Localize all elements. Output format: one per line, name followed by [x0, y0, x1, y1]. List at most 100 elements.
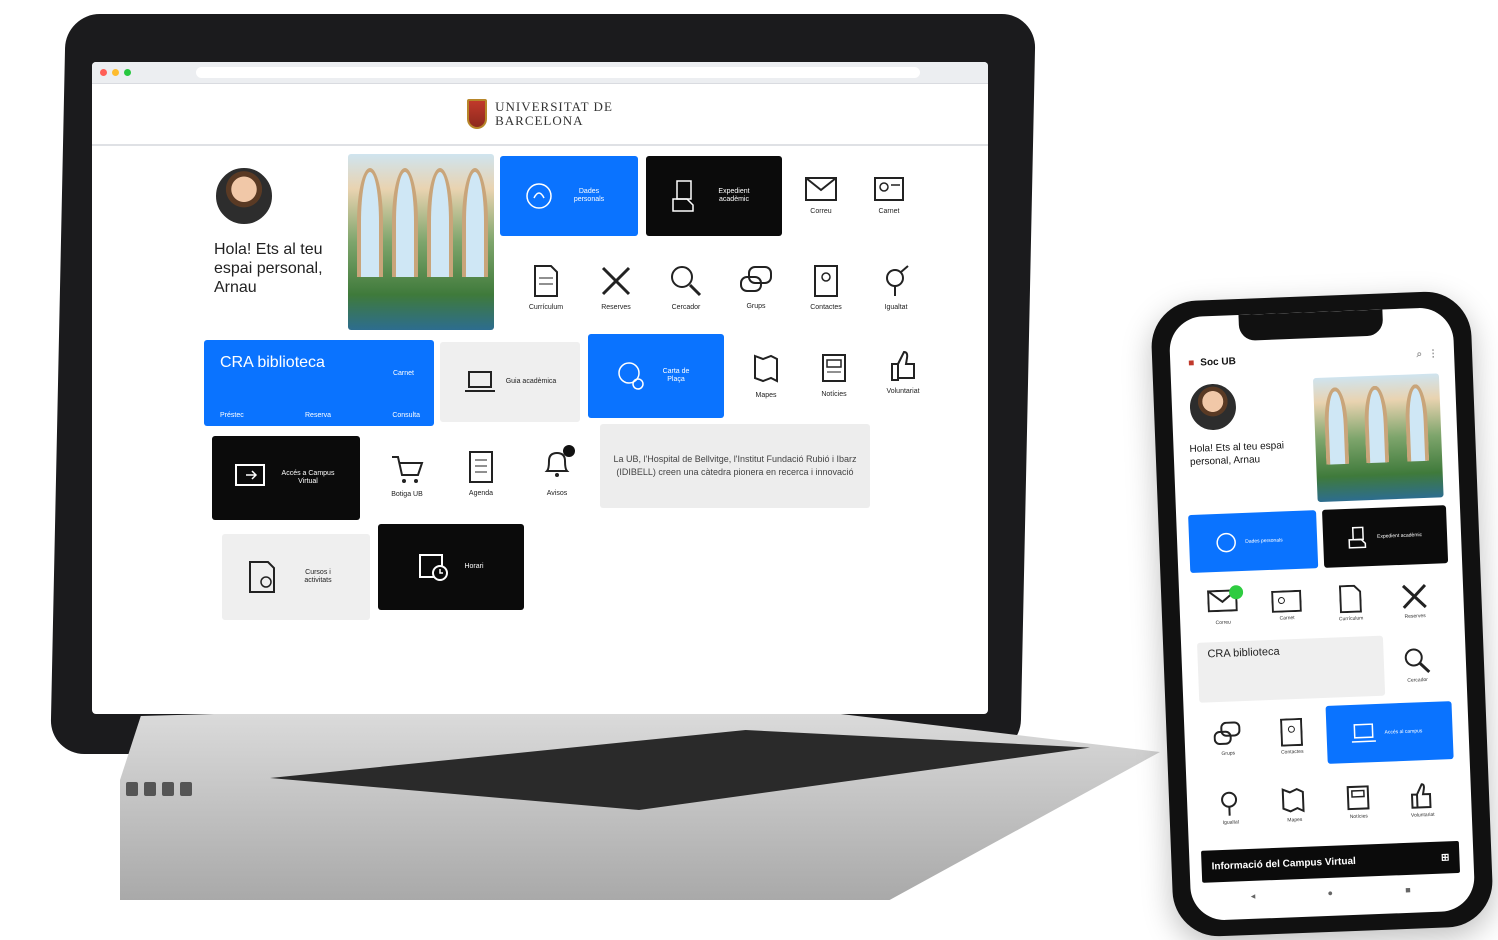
igualtat-tile[interactable]: Igualtat	[866, 250, 926, 326]
phone-correu-tile[interactable]: Correu	[1193, 579, 1253, 637]
phone-correu-label: Correu	[1215, 619, 1232, 627]
search-icon	[671, 266, 702, 297]
more-menu-icon[interactable]: ⋮	[1428, 348, 1438, 359]
campus-info-banner[interactable]: Informació del Campus Virtual ⊞	[1201, 840, 1461, 883]
news-notice[interactable]: La UB, l'Hospital de Bellvitge, l'Instit…	[600, 424, 870, 508]
side-ports	[126, 782, 216, 802]
tools-icon	[1401, 583, 1427, 609]
fingerprint-icon	[1216, 532, 1236, 553]
cra-sub-label[interactable]: Préstec	[220, 412, 244, 420]
close-dot[interactable]	[100, 69, 107, 76]
phone-noticies-label: Notícies	[1349, 812, 1368, 820]
phone-avatar[interactable]	[1187, 381, 1239, 433]
recents-icon[interactable]: ■	[1405, 885, 1411, 896]
notice-text: La UB, l'Hospital de Bellvitge, l'Instit…	[613, 454, 857, 477]
expedient-tile[interactable]: Expedient acadèmic	[646, 156, 782, 236]
phone-campus-label: Accés al campus	[1384, 728, 1423, 736]
cra-title: CRA biblioteca	[220, 354, 325, 371]
product-mockup: UNIVERSITAT DE BARCELONA Hola! Ets al te…	[0, 0, 1498, 940]
mapes-tile[interactable]: Mapes	[736, 338, 796, 414]
map-icon	[1281, 787, 1305, 812]
contactes-tile[interactable]: Contactes	[796, 250, 856, 326]
contact-book-icon	[1279, 717, 1304, 747]
phone-cercador-tile[interactable]: Cercador	[1387, 635, 1447, 693]
app-logo-icon: ■	[1188, 357, 1195, 369]
avisos-tile[interactable]: Avisos	[524, 432, 590, 512]
grups-tile[interactable]: Grups	[726, 250, 786, 326]
greeting-text: Hola! Ets al teu espai personal, Arnau	[214, 241, 323, 296]
home-icon[interactable]: ●	[1327, 888, 1333, 899]
phone-cra-tile[interactable]: CRA biblioteca	[1197, 635, 1386, 703]
botiga-tile[interactable]: Botiga UB	[374, 436, 440, 516]
phone-device: ■ Soc UB ⌕ ⋮ Hola! Ets al teu espai pers…	[1149, 290, 1495, 938]
phone-curriculum-label: Currículum	[1338, 614, 1364, 622]
campus-virtual-tile[interactable]: Accés a Campus Virtual	[212, 436, 360, 520]
phone-carnet-tile[interactable]: Carnet	[1257, 576, 1317, 634]
reserves-tile[interactable]: Reserves	[586, 250, 646, 326]
laptop-icon	[1351, 723, 1376, 743]
phone-reserves-tile[interactable]: Reserves	[1384, 571, 1444, 629]
agenda-tile[interactable]: Agenda	[448, 434, 514, 514]
unread-badge	[1228, 585, 1244, 600]
botiga-label: Botiga UB	[391, 491, 423, 498]
cursos-tile[interactable]: Cursos i activitats	[222, 534, 370, 620]
carta-label: Carta de Plaça	[662, 368, 690, 383]
cra-sub-label[interactable]: Consulta	[392, 412, 420, 420]
ub-logo-icon	[467, 99, 488, 129]
reserves-label: Reserves	[601, 304, 631, 311]
phone-mapes-label: Mapes	[1287, 816, 1303, 823]
greeting-card: Hola! Ets al teu espai personal, Arnau	[196, 154, 344, 324]
cra-biblioteca-tile[interactable]: CRA biblioteca Carnet Préstec Reserva Co…	[204, 340, 434, 426]
phone-dades-tile[interactable]: Dades personals	[1188, 510, 1319, 574]
cercador-tile[interactable]: Cercador	[656, 250, 716, 326]
voluntariat-tile[interactable]: Voluntariat	[872, 334, 934, 410]
cra-sub-label[interactable]: Reserva	[305, 412, 331, 420]
phone-contactes-tile[interactable]: Contactes	[1262, 706, 1322, 766]
fingerprint-icon	[526, 183, 552, 209]
laptop-icon	[464, 371, 495, 392]
android-nav-bar: ◂ ● ■	[1251, 885, 1411, 902]
contactes-label: Contactes	[810, 304, 842, 311]
carnet-tile[interactable]: Carnet	[858, 160, 920, 232]
expand-icon[interactable]: ⊞	[1441, 852, 1450, 863]
carta-placa-tile[interactable]: Carta de Plaça	[588, 334, 724, 418]
phone-greeting-card: Hola! Ets al teu espai personal, Arnau	[1187, 378, 1312, 507]
phone-voluntariat-label: Voluntariat	[1410, 811, 1435, 819]
phone-mapes-tile[interactable]: Mapes	[1264, 774, 1324, 834]
notification-badge	[563, 444, 575, 457]
phone-campus-tile[interactable]: Accés al campus	[1325, 701, 1454, 764]
phone-reserves-label: Reserves	[1404, 612, 1426, 620]
horari-tile[interactable]: Horari	[378, 524, 524, 610]
mail-wrapper	[1207, 585, 1244, 617]
chat-bubbles-icon	[1213, 720, 1241, 745]
cra-top-label: Carnet	[392, 370, 414, 377]
guia-academica-tile[interactable]: Guia acadèmica	[440, 342, 580, 422]
ub-logo-line1: UNIVERSITAT DE	[495, 99, 613, 114]
phone-igualtat-tile[interactable]: Igualtat	[1200, 777, 1260, 837]
bell-wrapper	[543, 444, 575, 484]
laptop-base	[120, 700, 1160, 910]
phone-curriculum-tile[interactable]: Currículum	[1321, 574, 1381, 632]
phone-screen: ■ Soc UB ⌕ ⋮ Hola! Ets al teu espai pers…	[1168, 306, 1476, 922]
avatar[interactable]	[214, 166, 274, 226]
minimize-dot[interactable]	[112, 69, 119, 76]
phone-grups-label: Grups	[1221, 749, 1236, 757]
laptop-screen: UNIVERSITAT DE BARCELONA Hola! Ets al te…	[92, 62, 988, 714]
back-icon[interactable]: ◂	[1251, 891, 1256, 902]
dades-personals-tile[interactable]: Dades personals	[500, 156, 638, 236]
phone-voluntariat-tile[interactable]: Voluntariat	[1392, 769, 1452, 829]
address-bar[interactable]	[196, 67, 920, 78]
search-icon[interactable]: ⌕	[1416, 348, 1422, 359]
curriculum-label: Currículum	[528, 304, 564, 311]
correu-tile[interactable]: Correu	[790, 160, 852, 232]
phone-grups-tile[interactable]: Grups	[1198, 709, 1258, 769]
ub-logo-line2: BARCELONA	[495, 113, 584, 128]
hand-document-icon	[672, 180, 694, 212]
phone-expedient-tile[interactable]: Expedient acadèmic	[1322, 505, 1449, 568]
id-card-icon	[1271, 589, 1302, 613]
phone-noticies-tile[interactable]: Notícies	[1328, 772, 1388, 832]
noticies-tile[interactable]: Notícies	[804, 338, 864, 414]
maximize-dot[interactable]	[124, 69, 131, 76]
curriculum-tile[interactable]: Currículum	[516, 250, 576, 326]
voluntariat-label: Voluntariat	[886, 388, 920, 395]
